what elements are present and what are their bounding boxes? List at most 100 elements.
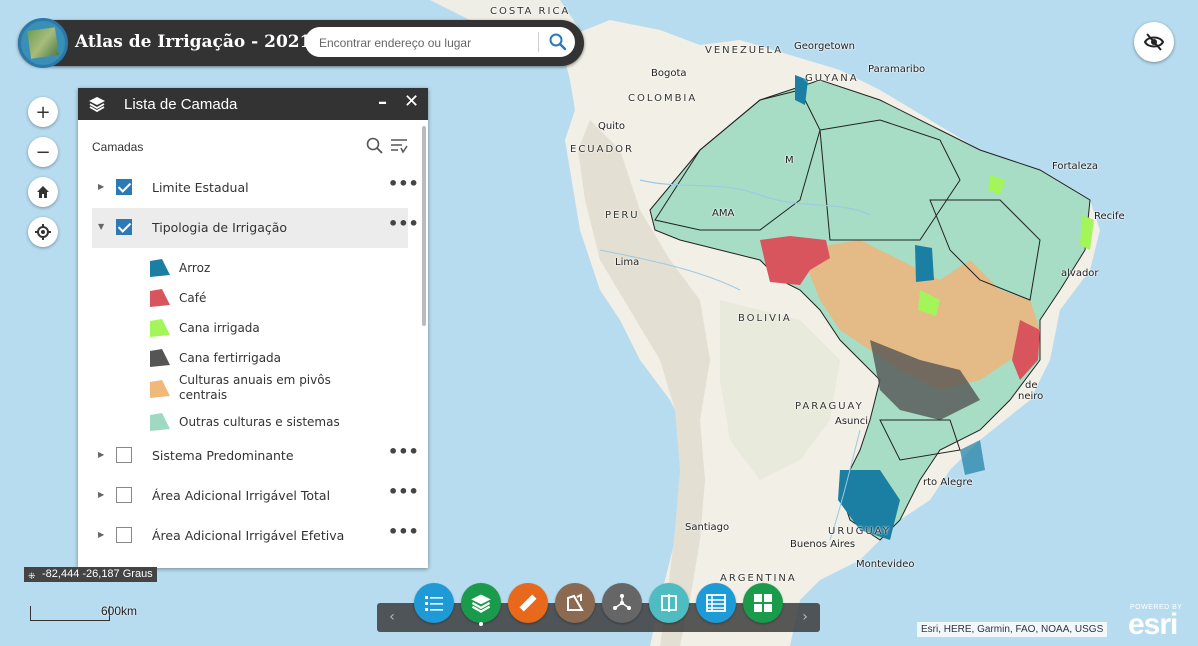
zoom-in-button[interactable]: + [28, 97, 58, 127]
layer-checkbox[interactable] [116, 487, 132, 503]
list-icon [425, 596, 443, 611]
zoom-out-button[interactable]: − [28, 137, 58, 167]
draw-tool-button[interactable] [555, 583, 595, 623]
legend-label: Culturas anuais em pivôs centrais [179, 373, 331, 402]
layer-row-area-adicional-total[interactable]: ▶ Área Adicional Irrigável Total ••• [92, 476, 419, 516]
expand-arrow-icon[interactable]: ▶ [98, 490, 104, 499]
label-ecuador: ECUADOR [570, 144, 634, 155]
label-montevideo: Montevideo [856, 559, 915, 570]
grid-icon [754, 594, 772, 612]
measure-tool-button[interactable] [508, 583, 548, 623]
label-asuncion: Asunci [835, 416, 869, 427]
label-uruguay: URUGUAY [828, 526, 891, 537]
search-divider [538, 32, 539, 52]
crosshair-icon[interactable]: ⁜ [28, 569, 36, 584]
label-paramaribo: Paramaribo [868, 64, 926, 75]
section-label: Camadas [92, 140, 144, 154]
layers-icon [89, 97, 105, 112]
label-fortaleza: Fortaleza [1052, 161, 1098, 172]
ruler-icon [519, 594, 537, 612]
layer-options-icon[interactable]: ••• [388, 174, 419, 193]
layer-checkbox[interactable] [116, 447, 132, 463]
home-icon [37, 186, 49, 198]
swipe-tool-button[interactable] [649, 583, 689, 623]
draw-icon [567, 593, 584, 611]
search-icon [549, 33, 567, 51]
layer-options-icon[interactable]: ••• [388, 522, 419, 541]
label-buenos-aires: Buenos Aires [790, 539, 856, 550]
filter-icon[interactable] [390, 137, 408, 155]
layer-options-icon[interactable]: ••• [388, 482, 419, 501]
expand-arrow-icon[interactable]: ▶ [98, 530, 104, 539]
esri-wordmark: esri [1128, 608, 1178, 641]
share-icon [613, 594, 631, 610]
layer-label: Tipologia de Irrigação [152, 220, 288, 235]
label-recife: Recife [1094, 211, 1125, 222]
layer-list-panel: Lista de Camada – ✕ Camadas ▶ Limite Est… [78, 88, 428, 568]
active-indicator [479, 622, 483, 626]
legend-tool-button[interactable] [414, 583, 454, 623]
swipe-icon [661, 594, 677, 612]
search-box [305, 27, 575, 57]
layer-options-icon[interactable]: ••• [388, 442, 419, 461]
layer-label: Limite Estadual [152, 180, 249, 195]
minus-icon: − [35, 141, 51, 163]
hide-ui-button[interactable] [1134, 22, 1174, 62]
scale-bar: 600km [30, 604, 137, 621]
label-santiago: Santiago [685, 522, 730, 533]
panel-header: Lista de Camada – ✕ [78, 88, 428, 120]
legend-swatch [150, 289, 170, 307]
expand-arrow-icon[interactable]: ▶ [98, 450, 104, 459]
eye-off-icon [1144, 33, 1164, 51]
layer-checkbox[interactable] [116, 219, 132, 235]
minimize-button[interactable]: – [378, 92, 387, 113]
esri-logo[interactable]: POWERED BY esri [1126, 604, 1190, 641]
label-m: M [785, 155, 794, 166]
share-tool-button[interactable] [602, 583, 642, 623]
coordinate-display: ⁜ -82,444 -26,187 Graus [24, 567, 157, 582]
layers-icon [471, 594, 491, 613]
layer-row-tipologia[interactable]: ▼ Tipologia de Irrigação ••• [92, 208, 419, 248]
label-bolivia: BOLIVIA [738, 313, 792, 324]
layer-checkbox[interactable] [116, 527, 132, 543]
label-rio-de: de [1025, 380, 1038, 391]
layer-row-limite-estadual[interactable]: ▶ Limite Estadual ••• [92, 168, 419, 208]
panel-scrollbar[interactable] [422, 126, 426, 326]
locate-button[interactable] [28, 217, 58, 247]
locate-icon [35, 224, 51, 240]
layer-row-sistema-predominante[interactable]: ▶ Sistema Predominante ••• [92, 436, 419, 476]
plus-icon: + [35, 101, 51, 123]
search-input[interactable] [317, 33, 531, 53]
label-bogota: Bogota [651, 68, 687, 79]
legend-swatch [150, 319, 170, 337]
search-layers-icon[interactable] [366, 137, 384, 155]
layer-checkbox[interactable] [116, 179, 132, 195]
label-rio: neiro [1018, 391, 1044, 402]
expand-arrow-icon[interactable]: ▶ [98, 182, 104, 191]
label-georgetown: Georgetown [794, 41, 856, 52]
label-venezuela: VENEZUELA [705, 45, 784, 56]
next-arrow-icon[interactable]: › [798, 609, 812, 625]
app-logo [18, 18, 68, 68]
label-colombia: COLOMBIA [628, 93, 698, 104]
label-amazonas: AMA [712, 208, 735, 219]
home-button[interactable] [28, 177, 58, 207]
legend-label: Café [179, 291, 207, 305]
search-button[interactable] [548, 32, 568, 52]
label-porto-alegre: rto Alegre [923, 477, 973, 488]
label-salvador: alvador [1061, 268, 1099, 279]
label-peru: PERU [605, 210, 640, 221]
label-lima: Lima [615, 257, 640, 268]
attribute-table-tool-button[interactable] [696, 583, 736, 623]
prev-arrow-icon[interactable]: ‹ [385, 609, 399, 625]
layer-options-icon[interactable]: ••• [388, 214, 419, 233]
collapse-arrow-icon[interactable]: ▼ [98, 222, 104, 231]
layer-row-area-adicional-efetiva[interactable]: ▶ Área Adicional Irrigável Efetiva ••• [92, 516, 419, 556]
layer-list-tool-button[interactable] [461, 583, 501, 623]
legend-label: Cana fertirrigada [179, 351, 282, 365]
attribution-text: Esri, HERE, Garmin, FAO, NOAA, USGS [917, 622, 1108, 637]
close-button[interactable]: ✕ [404, 91, 419, 112]
basemap-gallery-tool-button[interactable] [743, 583, 783, 623]
legend-label: Outras culturas e sistemas [179, 415, 340, 429]
panel-title: Lista de Camada [124, 96, 238, 113]
